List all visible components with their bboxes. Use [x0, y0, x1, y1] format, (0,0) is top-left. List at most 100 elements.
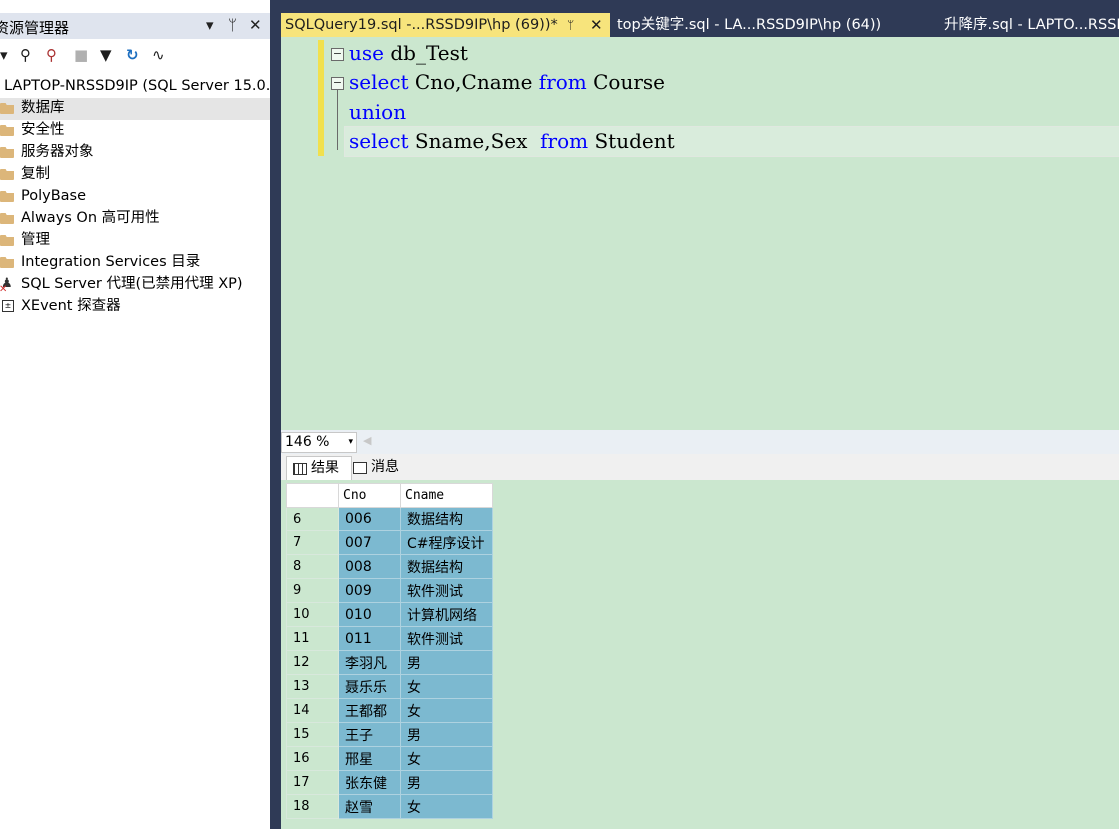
cno-cell[interactable]: 010 [338, 602, 401, 627]
cno-cell[interactable]: 聂乐乐 [338, 674, 401, 699]
cname-cell[interactable]: 男 [400, 650, 493, 675]
object-explorer: 资源管理器 ▾ ᛘ ✕ ▾ ⚲ ⚲ ■ ▼ ↻ ∿ LAPTOP-NRSSD9I… [0, 0, 270, 829]
cno-cell[interactable]: 007 [338, 530, 401, 555]
row-header-corner[interactable] [286, 483, 339, 508]
cno-cell[interactable]: 赵雪 [338, 794, 401, 819]
close-icon[interactable]: ✕ [249, 16, 262, 34]
tree-node-replication[interactable]: 复制 [0, 164, 270, 186]
tree-node-management[interactable]: 管理 [0, 230, 270, 252]
stop-icon[interactable]: ■ [74, 46, 88, 64]
pin-icon[interactable]: ᛘ [567, 13, 574, 37]
server-label: LAPTOP-NRSSD9IP (SQL Server 15.0.2 [4, 78, 270, 94]
row-number-cell[interactable]: 13 [286, 674, 339, 699]
cno-cell[interactable]: 006 [338, 507, 401, 531]
filter-icon[interactable]: ▼ [100, 46, 112, 64]
zoom-select[interactable]: 146 % ▾ [281, 432, 357, 453]
table-row[interactable]: 15 王子男 [286, 722, 493, 747]
tab-sqlquery19[interactable]: SQLQuery19.sql -...RSSD9IP\hp (69))* ᛘ ✕ [281, 13, 610, 37]
tab-sort-order[interactable]: 升降序.sql - LAPTO...RSSD9IP\hp (62)) [944, 13, 1119, 37]
cno-cell[interactable]: 张东健 [338, 770, 401, 795]
fold-collapse-icon[interactable]: − [331, 77, 344, 90]
cname-cell[interactable]: 软件测试 [400, 578, 493, 603]
row-number-cell[interactable]: 9 [286, 578, 339, 603]
table-row[interactable]: 18 赵雪女 [286, 794, 493, 819]
table-row[interactable]: 14 王都都女 [286, 698, 493, 723]
cname-cell[interactable]: 女 [400, 746, 493, 771]
tab-messages[interactable]: 消息 [347, 456, 411, 479]
cno-cell[interactable]: 011 [338, 626, 401, 651]
tab-top-keyword[interactable]: top关键字.sql - LA...RSSD9IP\hp (64)) [617, 13, 917, 37]
tree-node-always-on[interactable]: Always On 高可用性 [0, 208, 270, 230]
cno-cell[interactable]: 李羽凡 [338, 650, 401, 675]
cname-cell[interactable]: 女 [400, 698, 493, 723]
tree-node-server-objects[interactable]: 服务器对象 [0, 142, 270, 164]
tree-node-xevent-profiler[interactable]: ± XEvent 探查器 [0, 296, 270, 318]
row-number-cell[interactable]: 7 [286, 530, 339, 555]
fold-collapse-icon[interactable]: − [331, 48, 344, 61]
cname-cell[interactable]: 计算机网络 [400, 602, 493, 627]
cno-cell[interactable]: 008 [338, 554, 401, 579]
tree-node-security[interactable]: 安全性 [0, 120, 270, 142]
cname-cell[interactable]: 女 [400, 674, 493, 699]
scroll-left-icon[interactable]: ◀ [363, 434, 371, 447]
connect-icon[interactable]: ⚲ [20, 46, 31, 64]
table-row[interactable]: 13 聂乐乐女 [286, 674, 493, 699]
cno-cell[interactable]: 王都都 [338, 698, 401, 723]
table-row[interactable]: 9 009 软件测试 [286, 578, 493, 603]
table-row[interactable]: 12 李羽凡男 [286, 650, 493, 675]
tab-label: 结果 [311, 460, 339, 476]
table-row[interactable]: 7 007 C#程序设计 [286, 530, 493, 555]
query-editor[interactable]: − − use db_Test select Cno,Cname from Co… [281, 37, 1119, 430]
cname-cell[interactable]: C#程序设计 [400, 530, 493, 555]
pin-icon[interactable]: ᛘ [228, 16, 237, 34]
cno-cell[interactable]: 王子 [338, 722, 401, 747]
cname-cell[interactable]: 男 [400, 722, 493, 747]
sql-text: db_Test [383, 41, 468, 65]
column-header-cname[interactable]: Cname [400, 483, 493, 508]
table-row[interactable]: 6 006 数据结构 [286, 507, 493, 531]
chevron-down-icon: ▾ [348, 437, 353, 447]
cname-cell[interactable]: 数据结构 [400, 507, 493, 531]
tree-node-integration-services[interactable]: Integration Services 目录 [0, 252, 270, 274]
window-position-dropdown-icon[interactable]: ▾ [206, 16, 214, 34]
cno-cell[interactable]: 邢星 [338, 746, 401, 771]
results-grid[interactable]: Cno Cname 6 006 数据结构 7 007 C#程序设计 8 008 数据结构 9 009… [286, 483, 493, 819]
cno-cell[interactable]: 009 [338, 578, 401, 603]
row-number-cell[interactable]: 17 [286, 770, 339, 795]
panel-splitter[interactable] [270, 0, 281, 829]
table-row[interactable]: 11 011 软件测试 [286, 626, 493, 651]
tree-node-polybase[interactable]: PolyBase [0, 186, 270, 208]
row-number-cell[interactable]: 8 [286, 554, 339, 579]
cname-cell[interactable]: 数据结构 [400, 554, 493, 579]
refresh-icon[interactable]: ↻ [126, 46, 139, 64]
tree-node-server[interactable]: LAPTOP-NRSSD9IP (SQL Server 15.0.2 [0, 76, 270, 98]
folder-icon [0, 169, 14, 180]
table-row[interactable]: 10 010 计算机网络 [286, 602, 493, 627]
zoom-bar: 146 % ▾ ◀ [281, 430, 1119, 454]
row-number-cell[interactable]: 15 [286, 722, 339, 747]
table-row[interactable]: 16 邢星女 [286, 746, 493, 771]
tab-results[interactable]: 结果 [286, 456, 352, 480]
disconnect-icon[interactable]: ⚲ [46, 46, 57, 64]
object-explorer-title: 资源管理器 [0, 19, 70, 37]
row-number-cell[interactable]: 18 [286, 794, 339, 819]
tree-node-databases[interactable]: 数据库 [0, 98, 270, 120]
row-number-cell[interactable]: 14 [286, 698, 339, 723]
tree-node-label: 复制 [21, 166, 50, 182]
row-number-cell[interactable]: 6 [286, 507, 339, 531]
cname-cell[interactable]: 男 [400, 770, 493, 795]
close-icon[interactable]: ✕ [590, 13, 603, 37]
tree-node-sql-server-agent[interactable]: ♟ ✕ SQL Server 代理(已禁用代理 XP) [0, 274, 270, 296]
cname-cell[interactable]: 软件测试 [400, 626, 493, 651]
tree-node-label: Always On 高可用性 [21, 210, 160, 226]
activity-monitor-icon[interactable]: ∿ [152, 46, 165, 64]
column-header-cno[interactable]: Cno [338, 483, 401, 508]
cname-cell[interactable]: 女 [400, 794, 493, 819]
table-row[interactable]: 8 008 数据结构 [286, 554, 493, 579]
row-number-cell[interactable]: 11 [286, 626, 339, 651]
row-number-cell[interactable]: 16 [286, 746, 339, 771]
table-row[interactable]: 17 张东健男 [286, 770, 493, 795]
row-number-cell[interactable]: 12 [286, 650, 339, 675]
row-number-cell[interactable]: 10 [286, 602, 339, 627]
dropdown-arrow-icon[interactable]: ▾ [0, 46, 8, 64]
